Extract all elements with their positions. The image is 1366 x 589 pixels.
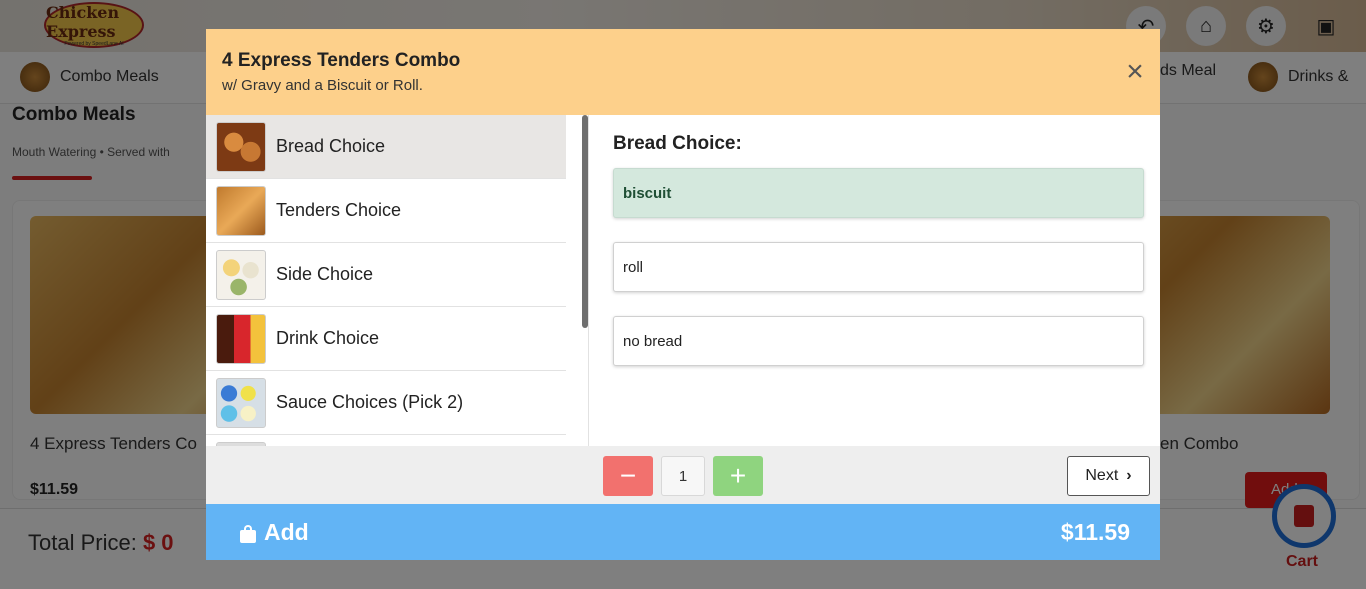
step-side-choice[interactable]: Side Choice bbox=[206, 243, 566, 307]
next-label: Next bbox=[1085, 467, 1119, 484]
quantity-value[interactable]: 1 bbox=[661, 456, 705, 496]
step-bread-choice[interactable]: Bread Choice bbox=[206, 115, 566, 179]
shopping-bag-icon bbox=[240, 524, 256, 543]
tenders-thumbnail bbox=[216, 185, 266, 236]
choice-steps-list: Bread Choice Tenders Choice Side Choice … bbox=[206, 115, 566, 446]
decrease-quantity-button[interactable]: − bbox=[603, 456, 653, 496]
add-to-cart-button[interactable]: Add $11.59 bbox=[206, 504, 1160, 560]
step-next-partial[interactable] bbox=[206, 435, 566, 446]
modal-header: 4 Express Tenders Combo w/ Gravy and a B… bbox=[206, 29, 1160, 115]
option-roll[interactable]: roll bbox=[613, 242, 1144, 292]
step-sauce-choices[interactable]: Sauce Choices (Pick 2) bbox=[206, 371, 566, 435]
add-label: Add bbox=[264, 519, 309, 545]
step-label: Tenders Choice bbox=[276, 200, 402, 220]
quantity-bar: − 1 + Next › bbox=[206, 446, 1160, 504]
options-panel: Bread Choice: biscuit roll no bread bbox=[589, 115, 1160, 446]
option-no-bread[interactable]: no bread bbox=[613, 316, 1144, 366]
add-price: $11.59 bbox=[1060, 519, 1130, 545]
options-title: Bread Choice: bbox=[613, 133, 742, 154]
step-label: Drink Choice bbox=[276, 328, 380, 348]
step-tenders-choice[interactable]: Tenders Choice bbox=[206, 179, 566, 243]
step-label: Side Choice bbox=[276, 264, 374, 284]
option-biscuit[interactable]: biscuit bbox=[613, 168, 1144, 218]
item-customization-modal: 4 Express Tenders Combo w/ Gravy and a B… bbox=[206, 29, 1160, 560]
close-icon[interactable]: × bbox=[1122, 57, 1148, 87]
drink-thumbnail bbox=[216, 313, 266, 364]
modal-title: 4 Express Tenders Combo bbox=[222, 50, 461, 71]
step-drink-choice[interactable]: Drink Choice bbox=[206, 307, 566, 371]
sauce-thumbnail bbox=[216, 377, 266, 428]
add-button-content: Add bbox=[240, 519, 309, 546]
chevron-right-icon: › bbox=[1126, 467, 1132, 484]
side-thumbnail bbox=[216, 249, 266, 300]
step-label: Sauce Choices (Pick 2) bbox=[276, 392, 464, 412]
step-label: Bread Choice bbox=[276, 136, 386, 156]
modal-subtitle: w/ Gravy and a Biscuit or Roll. bbox=[222, 77, 423, 94]
next-button[interactable]: Next › bbox=[1067, 456, 1150, 496]
increase-quantity-button[interactable]: + bbox=[713, 456, 763, 496]
bread-thumbnail bbox=[216, 121, 266, 172]
